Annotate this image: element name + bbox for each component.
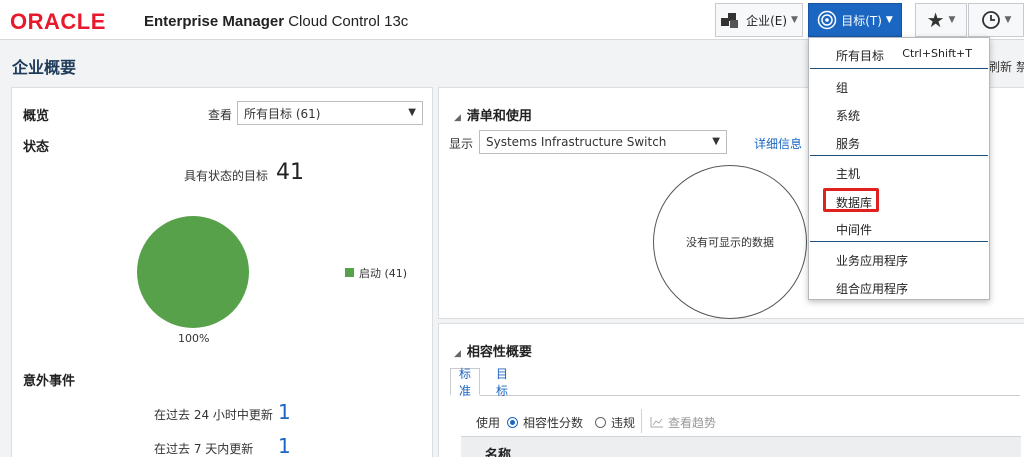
toolbar-divider	[641, 409, 642, 433]
app-header: ORACLE Enterprise Manager Cloud Control …	[0, 0, 1024, 40]
enterprise-menu-label: 企业(E)	[746, 13, 788, 28]
incidents-title: 意外事件	[23, 374, 76, 389]
radio-score[interactable]: 相容性分数	[507, 414, 583, 431]
compliance-title: ◢ 相容性概要	[454, 341, 532, 360]
overview-panel: 概览 查看 所有目标 (61) ▼ 状态 具有状态的目标 41 100% 启动 …	[11, 87, 433, 457]
inventory-title-text: 清单和使用	[466, 109, 532, 124]
targets-dropdown-menu: 所有目标 Ctrl+Shift+T 组 系统 服务 主机 数据库 中间件 业务应…	[808, 37, 990, 300]
menu-item-systems[interactable]: 系统	[836, 107, 860, 124]
radio-violation-label: 违规	[611, 416, 636, 430]
chevron-down-icon: ▼	[948, 15, 956, 25]
menu-item-groups[interactable]: 组	[836, 79, 848, 96]
database-highlight-box	[823, 188, 879, 212]
chevron-down-icon: ▼	[1004, 15, 1012, 25]
legend-swatch-up	[345, 268, 354, 277]
view-label: 查看	[208, 108, 233, 122]
use-label: 使用	[476, 416, 501, 430]
show-label: 显示	[449, 137, 474, 151]
inventory-title: ◢ 清单和使用	[454, 105, 532, 124]
menu-item-all-targets[interactable]: 所有目标	[836, 47, 884, 64]
inventory-empty-chart: 没有可显示的数据	[653, 165, 807, 319]
compliance-title-text: 相容性概要	[466, 345, 532, 360]
enterprise-menu-button[interactable]: 企业(E) ▼	[715, 3, 803, 37]
collapse-triangle-icon[interactable]: ◢	[454, 349, 461, 359]
incidents-7d-link[interactable]: 1	[278, 434, 291, 457]
menu-item-hosts[interactable]: 主机	[836, 165, 860, 182]
refresh-link[interactable]: 刷新	[988, 58, 1012, 75]
no-data-message: 没有可显示的数据	[686, 236, 774, 249]
trend-button[interactable]: 查看趋势	[650, 414, 716, 431]
menu-item-composite-apps[interactable]: 组合应用程序	[836, 280, 908, 297]
menu-item-business-apps[interactable]: 业务应用程序	[836, 252, 908, 269]
compliance-table-header: 名称	[461, 436, 1021, 457]
details-link[interactable]: 详细信息	[754, 135, 802, 152]
compliance-panel: ◢ 相容性概要 标准 目标 使用 相容性分数 违规 查看趋势 名称	[438, 323, 1024, 457]
history-clock-icon	[981, 11, 1000, 29]
status-pie-chart[interactable]	[137, 216, 249, 328]
show-select[interactable]: Systems Infrastructure Switch ▼	[479, 130, 727, 154]
product-name: Enterprise Manager Cloud Control 13c	[144, 13, 408, 30]
incidents-24h-label: 在过去 24 小时中更新	[154, 408, 273, 422]
oracle-logo: ORACLE	[10, 9, 106, 34]
menu-separator	[810, 241, 988, 242]
history-button[interactable]: ▼	[968, 3, 1024, 37]
targets-menu-label: 目标(T)	[841, 13, 882, 28]
chevron-down-icon: ▼	[712, 136, 720, 147]
legend-label-up: 启动 (41)	[359, 267, 408, 280]
page-title: 企业概要	[12, 58, 77, 77]
radio-violation-button[interactable]	[595, 417, 606, 428]
chevron-down-icon: ▼	[791, 15, 798, 25]
menu-separator	[810, 68, 988, 69]
enterprise-icon	[721, 13, 739, 28]
tab-targets[interactable]: 目标	[488, 367, 516, 398]
show-select-value: Systems Infrastructure Switch	[486, 135, 667, 149]
tab-standard[interactable]: 标准	[450, 367, 481, 398]
toolbar-fragment[interactable]: 禁	[1016, 58, 1024, 75]
incidents-7d-label: 在过去 7 天内更新	[154, 442, 254, 456]
targets-with-status-label: 具有状态的目标	[184, 169, 269, 183]
menu-item-all-targets-shortcut: Ctrl+Shift+T	[902, 47, 972, 60]
collapse-triangle-icon[interactable]: ◢	[454, 113, 461, 123]
targets-menu-button[interactable]: 目标(T) ▼	[808, 3, 902, 37]
menu-item-middleware[interactable]: 中间件	[836, 221, 872, 238]
chevron-down-icon: ▼	[408, 107, 416, 118]
table-col-name[interactable]: 名称	[485, 444, 511, 457]
favorites-button[interactable]: ★ ▼	[915, 3, 967, 37]
incidents-24h-link[interactable]: 1	[278, 400, 291, 424]
trend-button-label: 查看趋势	[668, 416, 717, 430]
radio-violation[interactable]: 违规	[595, 414, 635, 431]
view-select[interactable]: 所有目标 (61) ▼	[237, 101, 423, 125]
radio-score-button[interactable]	[507, 417, 518, 428]
tab-underline	[450, 395, 1020, 396]
view-select-value: 所有目标 (61)	[244, 106, 321, 121]
product-name-rest: Cloud Control 13c	[288, 13, 409, 30]
radio-score-label: 相容性分数	[523, 416, 584, 430]
overview-title: 概览	[23, 109, 50, 124]
product-name-bold: Enterprise Manager	[144, 13, 285, 30]
target-icon	[817, 10, 837, 30]
menu-item-services[interactable]: 服务	[836, 135, 860, 152]
favorites-star-icon: ★	[926, 8, 945, 32]
chevron-down-icon: ▼	[885, 15, 893, 25]
pie-percent-label: 100%	[178, 332, 210, 345]
trend-chart-icon	[650, 417, 663, 428]
status-title: 状态	[23, 140, 50, 155]
targets-with-status-value: 41	[276, 160, 304, 185]
menu-separator	[810, 155, 988, 156]
